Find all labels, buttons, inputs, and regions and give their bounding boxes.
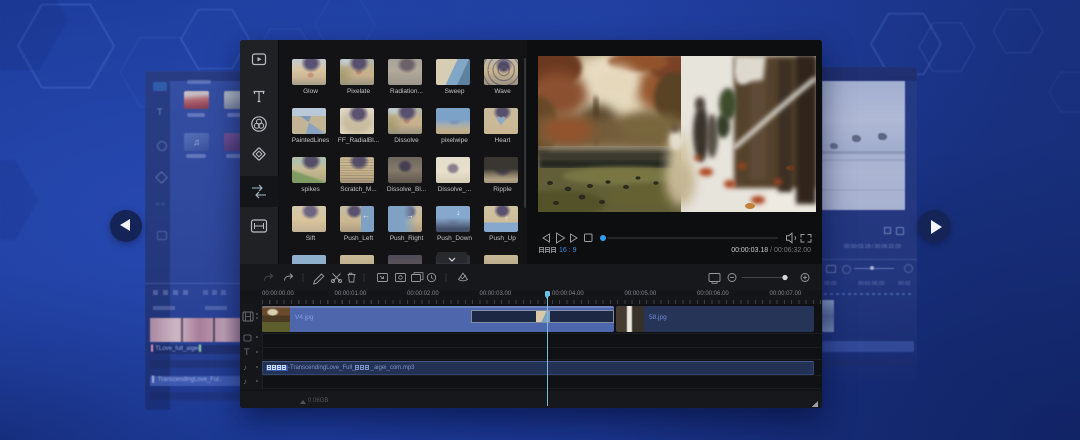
svg-text:♪: ♪	[243, 363, 247, 372]
svg-text:♪: ♪	[243, 377, 247, 386]
svg-text:T: T	[244, 347, 250, 357]
